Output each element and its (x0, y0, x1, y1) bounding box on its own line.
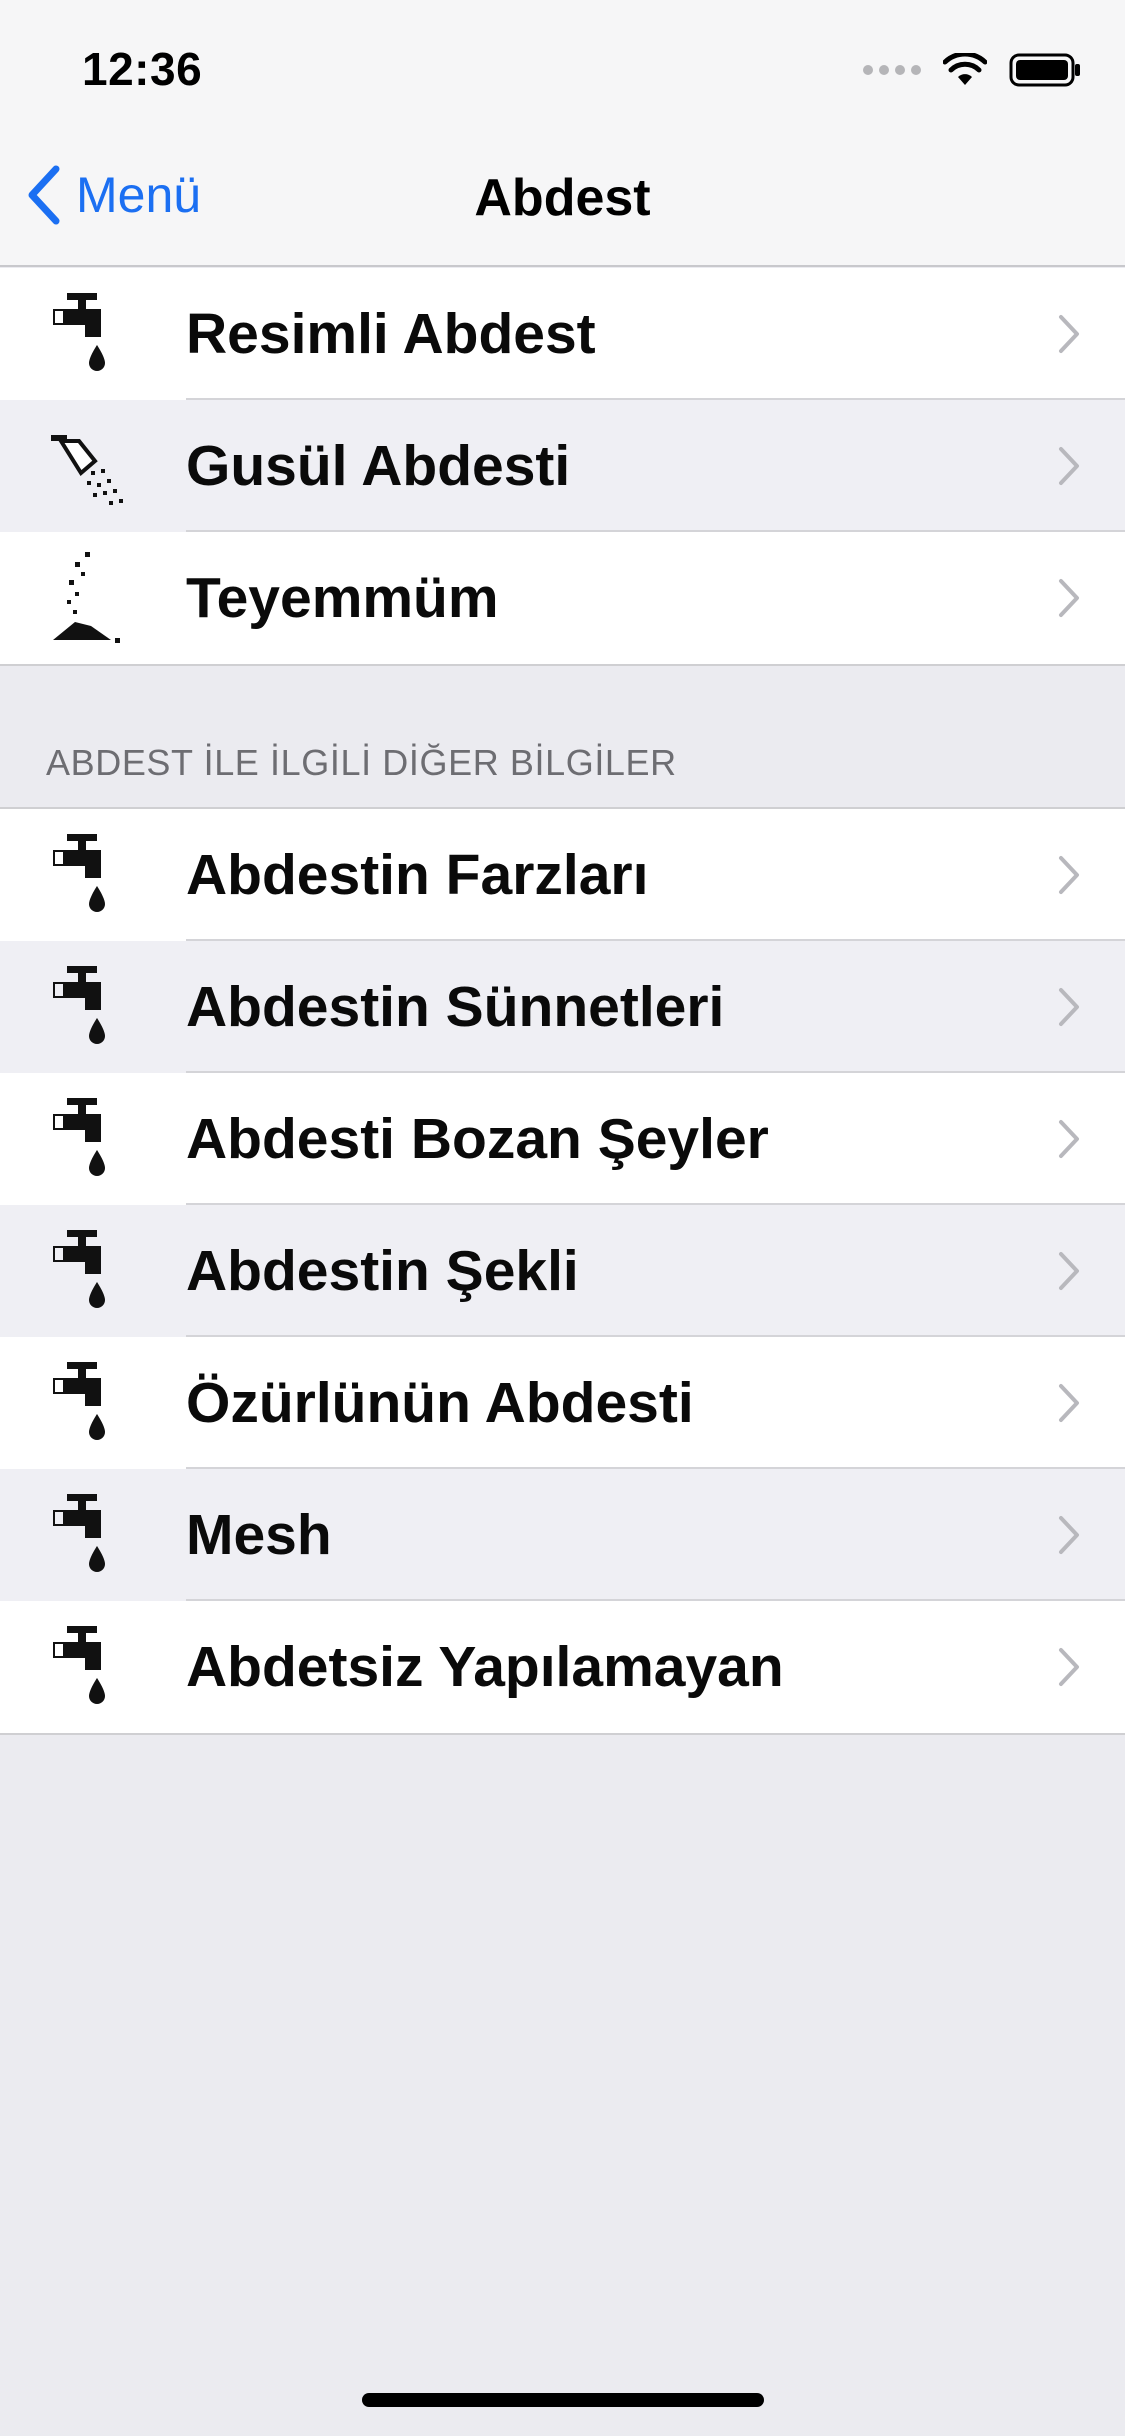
list-item-label: Teyemmüm (186, 566, 499, 630)
chevron-right-icon (1059, 315, 1079, 353)
chevron-right-icon (1059, 1120, 1079, 1158)
chevron-right-icon (1059, 447, 1079, 485)
list-item-label: Abdestin Sünnetleri (186, 975, 725, 1039)
list-item-label: Abdestin Şekli (186, 1239, 579, 1303)
list-item-label: Abdesti Bozan Şeyler (186, 1107, 769, 1171)
home-indicator[interactable] (362, 2393, 764, 2407)
chevron-right-icon (1059, 579, 1079, 617)
list-item-label: Abdestin Farzları (186, 843, 649, 907)
list-item-teyemmum[interactable]: Teyemmüm (0, 532, 1125, 664)
list-item-resimli-abdest[interactable]: Resimli Abdest (0, 268, 1125, 400)
list-item-label: Özürlünün Abdesti (186, 1371, 694, 1435)
list-item-label: Resimli Abdest (186, 302, 596, 366)
list-item-abdestin-sunnetleri[interactable]: Abdestin Sünnetleri (0, 941, 1125, 1073)
list-item-abdetsiz-yapilamayan[interactable]: Abdetsiz Yapılamayan (0, 1601, 1125, 1733)
section-header: ABDEST İLE İLGİLİ DİĞER BİLGİLER (46, 742, 677, 783)
list-item-label: Abdetsiz Yapılamayan (186, 1635, 784, 1699)
chevron-right-icon (1059, 988, 1079, 1026)
faucet-icon (40, 1485, 140, 1585)
faucet-icon (40, 1617, 140, 1717)
battery-icon (1009, 53, 1080, 87)
shower-icon (40, 416, 140, 516)
info-list: Abdestin Farzları Abdestin Sünnetleri Ab… (0, 807, 1125, 1735)
screen: 12:36 Menü Abdest Resimli Abdest Gusül A… (0, 0, 1125, 2436)
chevron-right-icon (1059, 856, 1079, 894)
chevron-right-icon (1059, 1516, 1079, 1554)
list-item-abdestin-farzlari[interactable]: Abdestin Farzları (0, 809, 1125, 941)
faucet-icon (40, 957, 140, 1057)
status-time: 12:36 (82, 43, 203, 95)
faucet-icon (40, 825, 140, 925)
cellular-signal-icon (863, 65, 921, 75)
list-item-mesh[interactable]: Mesh (0, 1469, 1125, 1601)
wifi-icon (943, 53, 987, 85)
chevron-right-icon (1059, 1252, 1079, 1290)
chevron-right-icon (1059, 1648, 1079, 1686)
list-item-label: Gusül Abdesti (186, 434, 571, 498)
list-item-abdestin-sekli[interactable]: Abdestin Şekli (0, 1205, 1125, 1337)
soil-icon (40, 548, 140, 648)
faucet-icon (40, 1221, 140, 1321)
page-title: Abdest (474, 169, 651, 227)
list-item-gusul-abdesti[interactable]: Gusül Abdesti (0, 400, 1125, 532)
list-item-label: Mesh (186, 1503, 332, 1567)
list-item-ozurlunun-abdesti[interactable]: Özürlünün Abdesti (0, 1337, 1125, 1469)
faucet-icon (40, 1089, 140, 1189)
chevron-right-icon (1059, 1384, 1079, 1422)
status-icons (863, 50, 1081, 90)
list-item-abdesti-bozan-seyler[interactable]: Abdesti Bozan Şeyler (0, 1073, 1125, 1205)
faucet-icon (40, 284, 140, 384)
faucet-icon (40, 1353, 140, 1453)
main-list: Resimli Abdest Gusül Abdesti Teyemmüm (0, 268, 1125, 666)
navigation-bar: 12:36 Menü Abdest (0, 0, 1125, 267)
